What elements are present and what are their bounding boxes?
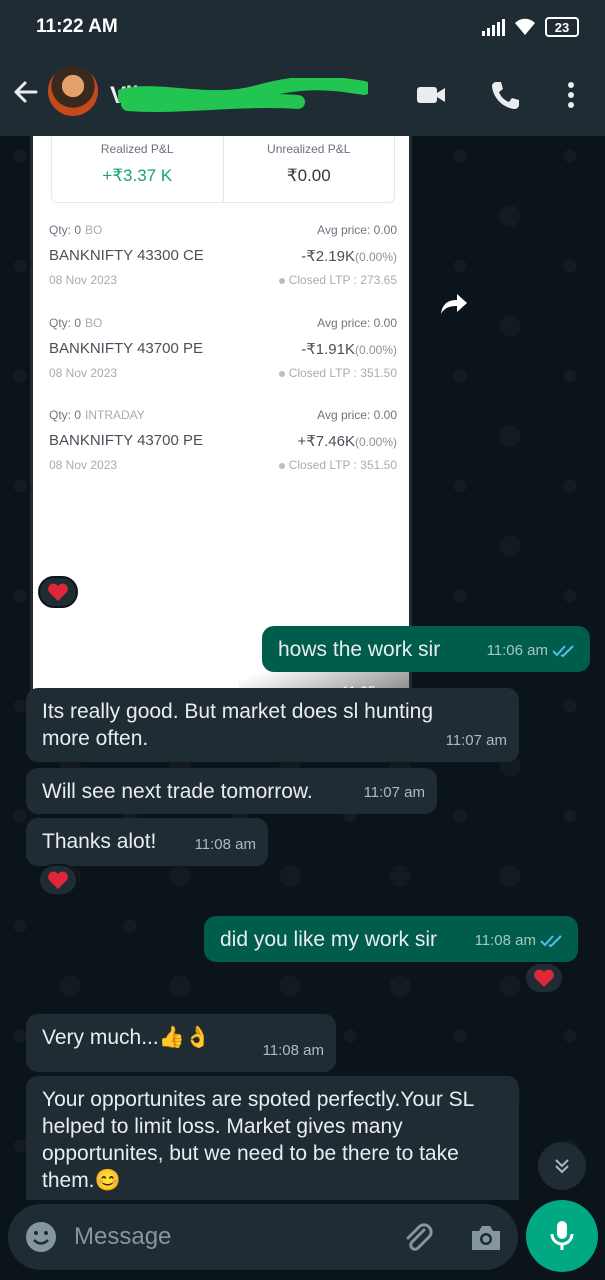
trade-symbol: BANKNIFTY 43700 PE	[49, 432, 203, 449]
trade-qty: Qty: 0	[49, 223, 82, 237]
message-time: 11:06 am	[486, 642, 548, 659]
trade-status: Closed	[288, 273, 327, 287]
realized-label: Realized P&L	[100, 142, 174, 156]
forward-icon	[441, 294, 467, 314]
message-time: 11:07 am	[445, 732, 507, 749]
voice-record-button[interactable]	[526, 1200, 598, 1272]
unrealized-label: Unrealized P&L	[267, 142, 351, 156]
trade-row: Qty: 0 BO Avg price: 0.00 BANKNIFTY 43300 …	[49, 223, 397, 313]
outgoing-message[interactable]: hows the work sir 11:06 am	[262, 626, 590, 672]
trade-qty: Qty: 0	[49, 408, 82, 422]
trade-pnl: +₹7.46K	[297, 433, 355, 450]
video-call-icon[interactable]	[414, 78, 448, 112]
trade-pnl: -₹2.19K	[301, 248, 355, 265]
incoming-message[interactable]: Thanks alot! 11:08 am	[26, 818, 268, 866]
emoji-icon[interactable]	[24, 1220, 58, 1254]
reaction-badge[interactable]	[38, 576, 78, 608]
trade-date: 08 Nov 2023	[49, 273, 118, 287]
voice-call-icon[interactable]	[488, 78, 522, 112]
trade-symbol: BANKNIFTY 43300 CE	[49, 247, 204, 264]
trade-avg: Avg price: 0.00	[317, 408, 397, 422]
trade-status: Closed	[288, 458, 327, 472]
trade-ltp: LTP : 351.50	[329, 366, 397, 380]
pnl-summary: Realized P&L +₹3.37 K Unrealized P&L ₹0.…	[51, 136, 395, 203]
image-message[interactable]: Realized P&L +₹3.37 K Unrealized P&L ₹0.…	[30, 136, 412, 710]
incoming-message[interactable]: Your opportunites are spoted perfectly.Y…	[26, 1076, 519, 1200]
heart-icon	[48, 871, 68, 889]
scroll-down-button[interactable]	[538, 1142, 586, 1190]
status-dot-icon	[278, 462, 285, 469]
trade-date: 08 Nov 2023	[49, 366, 118, 380]
message-text: hows the work sir	[278, 638, 441, 661]
trade-pct: (0.00%)	[354, 343, 397, 357]
back-arrow-icon[interactable]	[10, 76, 42, 108]
trade-type: BO	[85, 223, 103, 237]
message-text: Its really good. But market does sl hunt…	[42, 700, 434, 750]
trade-date: 08 Nov 2023	[49, 458, 118, 472]
more-options-icon[interactable]	[554, 78, 588, 112]
message-time: 11:08 am	[262, 1042, 324, 1059]
double-chevron-down-icon	[555, 1159, 569, 1174]
status-bar: 11:22 AM 23	[0, 0, 605, 54]
incoming-message[interactable]: Very much...👍👌 11:08 am	[26, 1014, 336, 1072]
trade-avg: Avg price: 0.00	[317, 223, 397, 237]
redaction-scribble	[118, 78, 368, 112]
trade-pnl: -₹1.91K	[301, 341, 355, 358]
unrealized-value: ₹0.00	[286, 166, 331, 185]
trade-pct: (0.00%)	[354, 250, 397, 264]
battery-icon: 23	[545, 17, 579, 37]
message-text: Will see next trade tomorrow.	[42, 780, 313, 803]
heart-icon	[534, 969, 554, 987]
message-text: Your opportunites are spoted perfectly.Y…	[42, 1088, 474, 1192]
trade-row: Qty: 0 BO Avg price: 0.00 BANKNIFTY 43700 …	[49, 316, 397, 406]
message-text: Thanks alot!	[42, 830, 157, 853]
realized-value: +₹3.37 K	[102, 166, 173, 185]
unrealized-pnl: Unrealized P&L ₹0.00	[222, 136, 395, 202]
message-input[interactable]	[74, 1218, 374, 1256]
attachment-icon[interactable]	[400, 1220, 436, 1256]
reaction-badge[interactable]	[524, 962, 564, 994]
message-meta: 11:08 am	[475, 927, 566, 954]
trade-ltp: LTP : 351.50	[329, 458, 397, 472]
reaction-badge[interactable]	[38, 864, 78, 896]
status-icons: 23	[482, 17, 579, 37]
signal-icon	[482, 18, 505, 36]
outgoing-message[interactable]: did you like my work sir 11:08 am	[204, 916, 578, 962]
heart-icon	[48, 583, 68, 601]
chat-area[interactable]: Realized P&L +₹3.37 K Unrealized P&L ₹0.…	[0, 136, 605, 1200]
read-ticks-icon	[552, 644, 574, 657]
message-text: Very much...👍👌	[42, 1026, 212, 1049]
incoming-message[interactable]: Will see next trade tomorrow. 11:07 am	[26, 768, 437, 814]
message-composer	[8, 1204, 518, 1270]
message-time: 11:08 am	[474, 932, 536, 949]
status-dot-icon	[278, 370, 285, 377]
camera-icon[interactable]	[468, 1220, 504, 1256]
microphone-icon	[550, 1221, 574, 1250]
trade-ltp: LTP : 273.65	[329, 273, 397, 287]
trade-type: BO	[85, 316, 103, 330]
status-dot-icon	[278, 277, 285, 284]
message-time: 11:08 am	[194, 836, 256, 853]
wifi-icon	[515, 18, 535, 35]
trade-type: INTRADAY	[85, 408, 145, 422]
incoming-message[interactable]: Its really good. But market does sl hunt…	[26, 688, 519, 762]
chat-header: Vij	[0, 54, 605, 136]
avatar[interactable]	[48, 66, 98, 116]
message-time: 11:07 am	[363, 784, 425, 801]
trade-qty: Qty: 0	[49, 316, 82, 330]
realized-pnl: Realized P&L +₹3.37 K	[52, 136, 223, 202]
trade-status: Closed	[288, 366, 327, 380]
forward-button[interactable]	[436, 286, 472, 322]
read-ticks-icon	[540, 934, 562, 947]
trade-row: Qty: 0 INTRADAY Avg price: 0.00 BANKNIFTY …	[49, 408, 397, 498]
message-meta: 11:06 am	[487, 637, 578, 664]
message-text: did you like my work sir	[220, 928, 438, 951]
status-time: 11:22 AM	[36, 16, 118, 37]
trade-pct: (0.00%)	[354, 435, 397, 449]
trade-avg: Avg price: 0.00	[317, 316, 397, 330]
trade-symbol: BANKNIFTY 43700 PE	[49, 340, 203, 357]
